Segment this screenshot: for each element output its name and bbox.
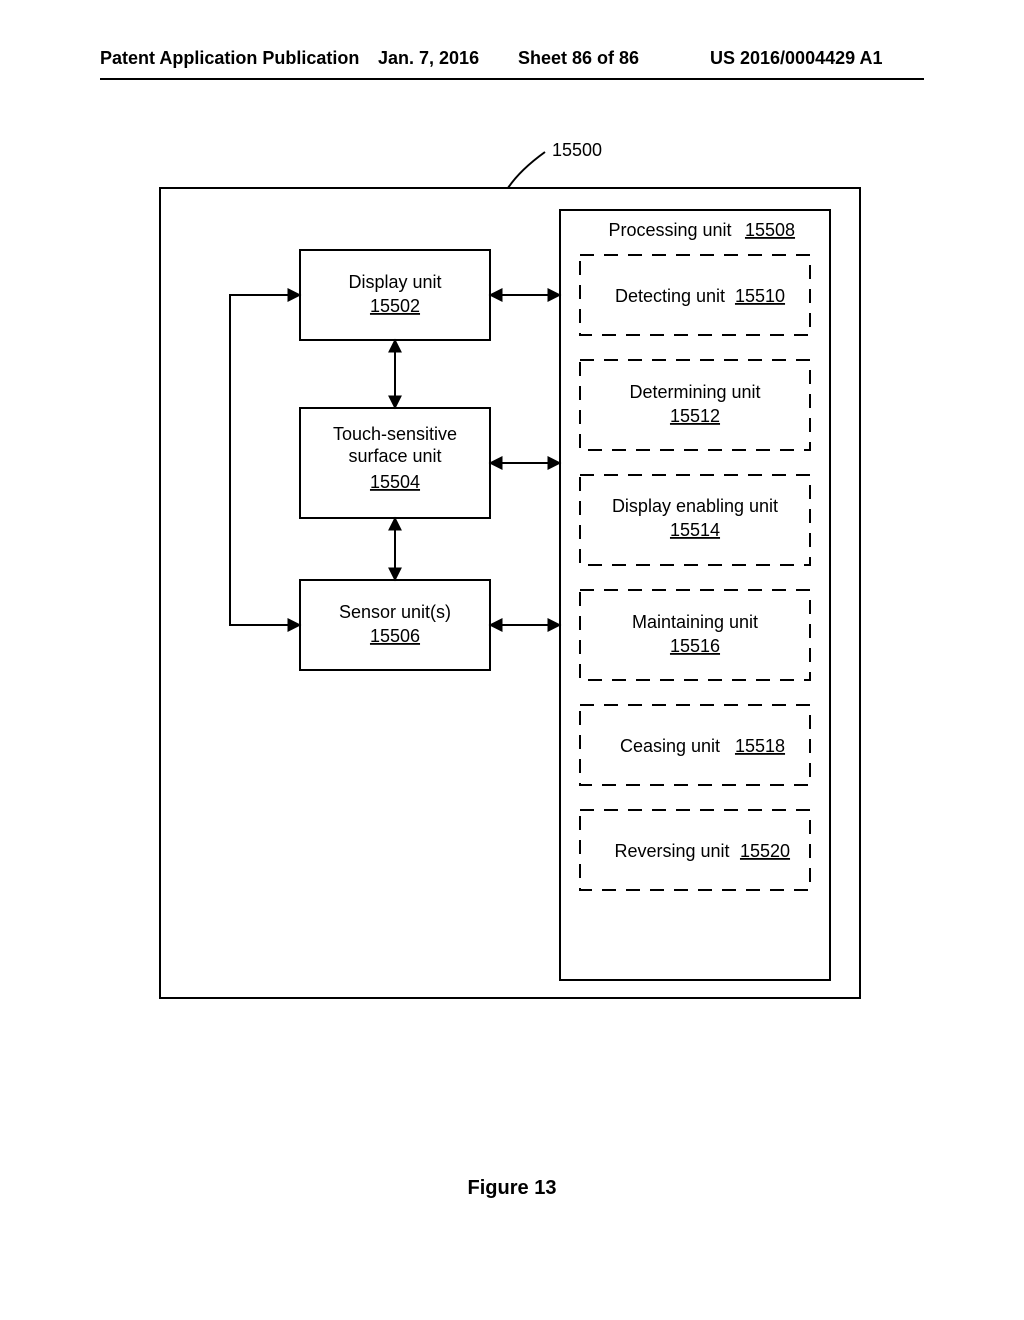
reversing-unit-label: Reversing unit: [614, 841, 729, 861]
determining-unit-ref: 15512: [670, 406, 720, 426]
detecting-unit-label: Detecting unit: [615, 286, 725, 306]
display-enabling-unit-label: Display enabling unit: [612, 496, 778, 516]
sensor-unit-label: Sensor unit(s): [339, 602, 451, 622]
page: Patent Application Publication Jan. 7, 2…: [0, 0, 1024, 1320]
sensor-unit-box: [300, 580, 490, 670]
sensor-unit-ref: 15506: [370, 626, 420, 646]
header-pubno: US 2016/0004429 A1: [710, 48, 882, 69]
touch-unit-ref: 15504: [370, 472, 420, 492]
display-unit-label: Display unit: [348, 272, 441, 292]
detecting-unit-ref: 15510: [735, 286, 785, 306]
device-ref: 15500: [552, 140, 602, 160]
reversing-unit-ref: 15520: [740, 841, 790, 861]
ceasing-unit-label: Ceasing unit: [620, 736, 720, 756]
device-box: [160, 188, 860, 998]
header-publication: Patent Application Publication: [100, 48, 359, 69]
processing-unit-ref: 15508: [745, 220, 795, 240]
determining-unit-box: [580, 360, 810, 450]
ceasing-unit-ref: 15518: [735, 736, 785, 756]
connector-display-sensor-bus: [230, 295, 300, 625]
processing-unit-box: [560, 210, 830, 980]
processing-unit-label: Processing unit: [608, 220, 731, 240]
header-rule: [100, 78, 924, 80]
display-unit-box: [300, 250, 490, 340]
maintaining-unit-label: Maintaining unit: [632, 612, 758, 632]
maintaining-unit-ref: 15516: [670, 636, 720, 656]
display-enabling-unit-ref: 15514: [670, 520, 720, 540]
maintaining-unit-box: [580, 590, 810, 680]
display-unit-ref: 15502: [370, 296, 420, 316]
figure-caption: Figure 13: [0, 1177, 1024, 1200]
header-sheet: Sheet 86 of 86: [518, 48, 639, 69]
block-diagram: 15500 Processing unit 15508 Display unit…: [100, 140, 924, 1120]
touch-unit-label1: Touch-sensitive: [333, 424, 457, 444]
header-date: Jan. 7, 2016: [378, 48, 479, 69]
touch-unit-label2: surface unit: [348, 446, 441, 466]
determining-unit-label: Determining unit: [629, 382, 760, 402]
